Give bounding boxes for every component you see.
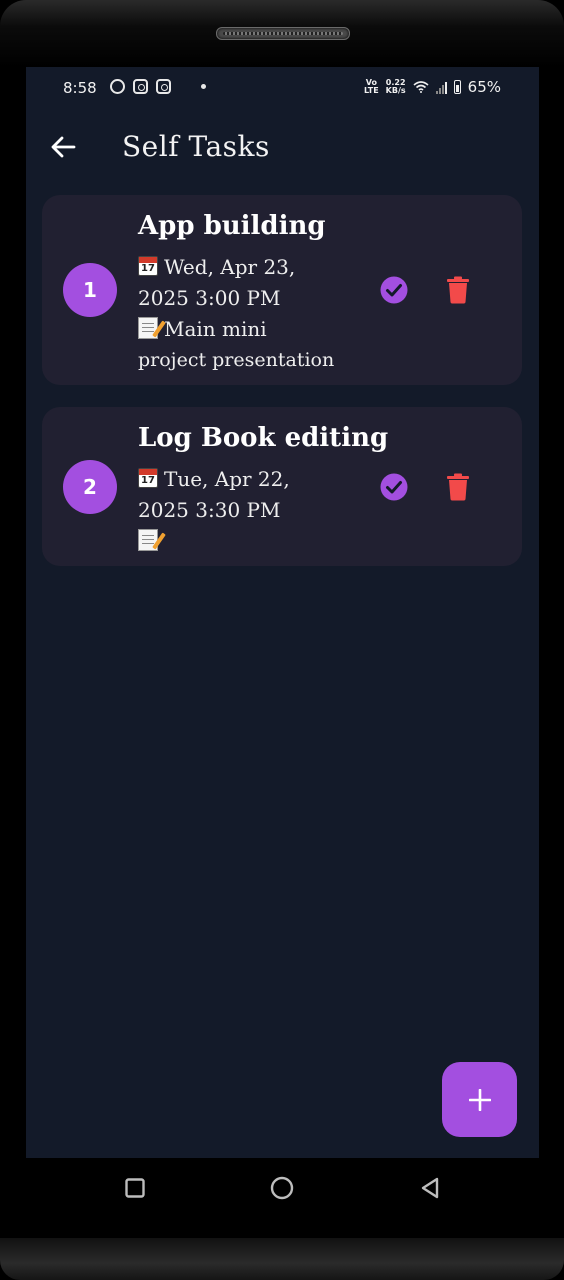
memo-icon (138, 529, 158, 551)
delete-task-button[interactable] (446, 276, 470, 304)
earpiece-speaker (216, 27, 350, 40)
task-note-line (138, 529, 164, 553)
page-title: Self Tasks (122, 130, 270, 163)
arrow-left-icon (51, 136, 76, 158)
system-nav-bar (0, 1158, 564, 1238)
home-icon (270, 1176, 294, 1200)
battery-icon (453, 80, 461, 94)
status-time: 8:58 (63, 79, 97, 97)
notification-icons (110, 79, 206, 94)
instagram-icon (156, 79, 171, 94)
status-indicators: Vo LTE 0.22 KB/s 65% (364, 78, 501, 96)
check-circle-icon (380, 473, 408, 501)
instagram-icon (133, 79, 148, 94)
memo-icon (138, 317, 158, 339)
add-task-button[interactable] (442, 1062, 517, 1137)
system-back-button[interactable] (417, 1175, 443, 1201)
wifi-icon (413, 81, 429, 93)
plus-icon (468, 1088, 491, 1111)
volte-indicator: Vo LTE (363, 78, 379, 95)
task-note-line: project presentation (138, 349, 335, 371)
task-title: App building (138, 211, 326, 241)
back-triangle-icon (421, 1177, 439, 1199)
status-bar: 8:58 Vo LTE 0.22 KB/s 65% (26, 67, 539, 109)
check-circle-icon (380, 276, 408, 304)
whatsapp-icon (110, 79, 125, 94)
complete-task-button[interactable] (380, 276, 408, 304)
task-number-badge: 1 (63, 263, 117, 317)
task-card[interactable]: 2 Log Book editing Tue, Apr 22, 2025 3:3… (42, 407, 522, 566)
battery-percent: 65% (467, 78, 501, 96)
app-bar: Self Tasks (26, 119, 539, 175)
delete-task-button[interactable] (446, 473, 470, 501)
calendar-icon (138, 468, 158, 488)
network-speed: 0.22 KB/s (385, 78, 406, 95)
task-date-line: 2025 3:30 PM (138, 498, 281, 522)
back-button[interactable] (48, 132, 78, 162)
calendar-icon (138, 256, 158, 276)
more-notifications-dot (201, 84, 206, 89)
complete-task-button[interactable] (380, 473, 408, 501)
task-date-line: 2025 3:00 PM (138, 286, 281, 310)
app-screen: 8:58 Vo LTE 0.22 KB/s 65% Self Tasks 1 A… (26, 67, 539, 1158)
task-date-line: Wed, Apr 23, (138, 255, 295, 279)
home-button[interactable] (269, 1175, 295, 1201)
recent-apps-button[interactable] (122, 1175, 148, 1201)
recent-apps-icon (125, 1178, 145, 1198)
phone-frame-bottom (0, 1238, 564, 1280)
task-note-line: Main mini (138, 317, 267, 341)
phone-frame-top (0, 0, 564, 67)
task-title: Log Book editing (138, 423, 389, 453)
signal-icon (435, 81, 447, 94)
task-number-badge: 2 (63, 460, 117, 514)
task-card[interactable]: 1 App building Wed, Apr 23, 2025 3:00 PM… (42, 195, 522, 385)
task-date-line: Tue, Apr 22, (138, 467, 290, 491)
